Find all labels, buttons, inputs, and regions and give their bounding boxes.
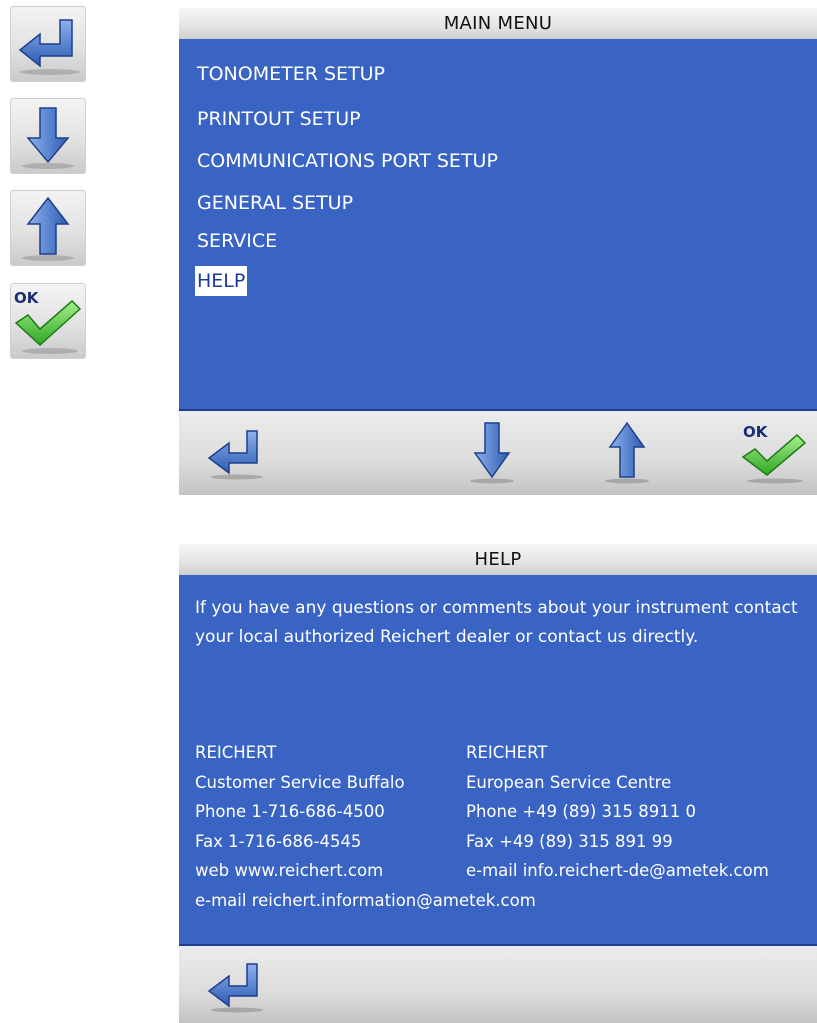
help-screen: HELP If you have any questions or commen… [179, 544, 817, 1023]
us-web: web www.reichert.com [195, 861, 384, 880]
main-menu-screen: MAIN MENU TONOMETER SETUP PRINTOUT SETUP… [179, 8, 817, 495]
enter-button[interactable] [201, 423, 267, 483]
menu-item-general-setup[interactable]: GENERAL SETUP [195, 188, 355, 218]
legend-enter-button[interactable] [10, 6, 86, 82]
us-department: Customer Service Buffalo [195, 772, 405, 792]
enter-back-icon [207, 430, 263, 480]
down-button[interactable] [462, 419, 522, 485]
eu-fax: Fax +49 (89) 315 891 99 [466, 831, 673, 851]
arrow-down-icon [470, 422, 514, 484]
legend-up-button[interactable] [10, 190, 86, 266]
arrow-down-icon [22, 107, 74, 169]
eu-company: REICHERT [466, 743, 548, 762]
legend-down-button[interactable] [10, 98, 86, 174]
ok-label: OK [743, 423, 769, 441]
us-phone: Phone 1-716-686-4500 [195, 802, 385, 821]
main-menu-title: MAIN MENU [179, 8, 817, 39]
help-intro-text: If you have any questions or comments ab… [195, 598, 798, 647]
eu-phone: Phone +49 (89) 315 8911 0 [466, 802, 697, 821]
up-button[interactable] [597, 419, 657, 485]
eu-email: e-mail info.reichert-de@ametek.com [466, 861, 769, 880]
us-company: REICHERT [195, 743, 277, 762]
arrow-up-icon [22, 196, 74, 261]
main-menu-button-bar: OK [179, 409, 817, 495]
enter-back-icon [207, 963, 263, 1013]
arrow-up-icon [605, 421, 649, 484]
ok-label: OK [14, 289, 40, 307]
menu-item-service[interactable]: SERVICE [195, 226, 279, 256]
ok-button[interactable]: OK [735, 417, 811, 487]
contact-eu-block: REICHERT European Service Centre Phone +… [466, 738, 769, 886]
legend-ok-button[interactable]: OK [10, 283, 86, 359]
menu-item-tonometer-setup[interactable]: TONOMETER SETUP [195, 59, 387, 89]
us-fax: Fax 1-716-686-4545 [195, 831, 362, 851]
ok-check-icon: OK [14, 289, 82, 354]
help-title: HELP [179, 544, 817, 575]
page: OK MAIN MENU TONOMETER SETUP PRINTOUT SE… [0, 0, 817, 1023]
menu-item-printout-setup[interactable]: PRINTOUT SETUP [195, 104, 363, 134]
menu-item-help[interactable]: HELP [195, 266, 248, 296]
help-button-bar [179, 944, 817, 1023]
us-email: e-mail reichert.information@ametek.com [195, 891, 536, 910]
eu-department: European Service Centre [466, 772, 672, 792]
contact-us-block: REICHERT Customer Service Buffalo Phone … [195, 738, 405, 886]
ok-check-icon: OK [741, 423, 807, 484]
help-enter-button[interactable] [201, 956, 267, 1016]
menu-item-communications-port-setup[interactable]: COMMUNICATIONS PORT SETUP [195, 146, 500, 176]
enter-back-icon [18, 19, 80, 75]
